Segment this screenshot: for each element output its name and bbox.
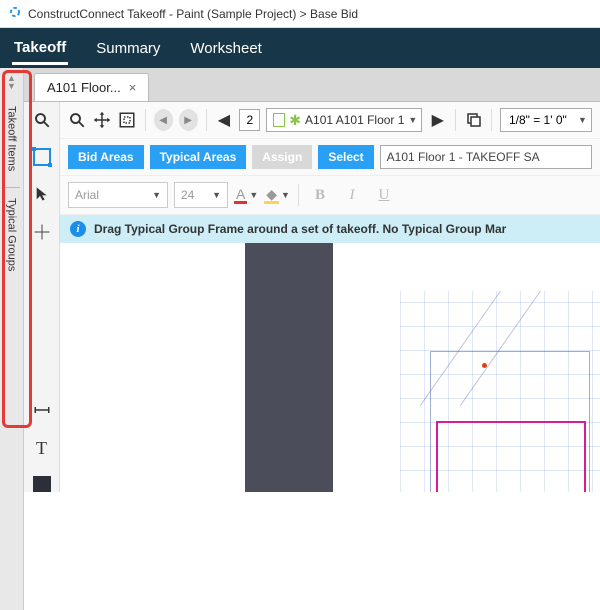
text-icon[interactable]: T (32, 438, 52, 458)
window-titlebar: ConstructConnect Takeoff - Paint (Sample… (0, 0, 600, 28)
sidebar-tab-typical-groups[interactable]: Typical Groups (4, 187, 20, 281)
history-back-icon[interactable]: ◀ (154, 109, 173, 131)
canvas-mask (245, 243, 333, 492)
nav-worksheet[interactable]: Worksheet (188, 32, 263, 65)
assign-button: Assign (252, 145, 312, 169)
page-doc-icon (273, 113, 285, 127)
page-dropdown[interactable]: ✱ A101 A101 Floor 1 ▼ (266, 108, 422, 132)
info-icon: i (70, 221, 86, 237)
main-nav: Takeoff Summary Worksheet (0, 28, 600, 68)
fit-icon[interactable] (118, 109, 137, 131)
nav-summary[interactable]: Summary (94, 32, 162, 65)
fill-color-control[interactable]: ◆▼ (264, 187, 290, 204)
side-rail: ▲ ▼ Takeoff Items Typical Groups (0, 68, 24, 610)
scale-dropdown[interactable]: 1/8" = 1' 0" ▼ (500, 108, 592, 132)
page-number-input[interactable]: 2 (239, 109, 260, 131)
chevron-down-icon: ▼ (212, 190, 221, 200)
fill-swatch-icon[interactable] (33, 476, 51, 492)
drawing-canvas[interactable] (60, 243, 600, 492)
bold-button[interactable]: B (307, 182, 333, 208)
document-tab[interactable]: A101 Floor... × (34, 73, 149, 101)
chevron-down-icon: ▼ (578, 115, 587, 125)
text-color-control[interactable]: A▼ (234, 187, 258, 204)
underline-button[interactable]: U (371, 182, 397, 208)
sidebar-tab-takeoff-items[interactable]: Takeoff Items (4, 96, 20, 181)
rail-down-icon[interactable]: ▼ (7, 82, 16, 90)
select-area-icon[interactable] (33, 148, 51, 166)
chevron-down-icon: ▼ (152, 190, 161, 200)
close-icon[interactable]: × (129, 80, 137, 95)
bid-areas-button[interactable]: Bid Areas (68, 145, 144, 169)
info-message: Drag Typical Group Frame around a set of… (94, 222, 506, 236)
action-toolbar: Bid Areas Typical Areas Assign Select A1… (60, 139, 600, 176)
zoom-icon[interactable] (68, 109, 87, 131)
info-bar: i Drag Typical Group Frame around a set … (60, 215, 600, 243)
page-label: A101 A101 Floor 1 (305, 113, 404, 127)
vertical-toolbar: T (24, 102, 60, 492)
next-page-icon[interactable]: ▶ (428, 109, 447, 131)
select-button[interactable]: Select (318, 145, 373, 169)
search-icon[interactable] (32, 110, 52, 130)
prev-page-icon[interactable]: ◀ (214, 109, 233, 131)
crosshair-icon[interactable] (32, 222, 52, 242)
blueprint-drawing (400, 291, 600, 492)
chevron-down-icon: ▼ (408, 115, 417, 125)
nav-toolbar: ◀ ▶ ◀ 2 ✱ A101 A101 Floor 1 ▼ ▶ (60, 102, 600, 139)
window-title: ConstructConnect Takeoff - Paint (Sample… (28, 7, 358, 21)
font-family-dropdown[interactable]: Arial ▼ (68, 182, 168, 208)
format-toolbar: Arial ▼ 24 ▼ A▼ ◆▼ B I (60, 176, 600, 215)
document-tab-label: A101 Floor... (47, 80, 121, 95)
italic-button[interactable]: I (339, 182, 365, 208)
history-forward-icon[interactable]: ▶ (179, 109, 198, 131)
dimension-icon[interactable] (32, 400, 52, 420)
copy-icon[interactable] (464, 109, 483, 131)
document-tab-strip: A101 Floor... × (24, 68, 600, 102)
pan-icon[interactable] (93, 109, 112, 131)
app-icon (8, 5, 22, 22)
typical-areas-button[interactable]: Typical Areas (150, 145, 247, 169)
description-field[interactable]: A101 Floor 1 - TAKEOFF SA (380, 145, 592, 169)
scale-value: 1/8" = 1' 0" (509, 113, 567, 127)
pointer-icon[interactable] (32, 184, 52, 204)
nav-takeoff[interactable]: Takeoff (12, 31, 68, 65)
font-size-dropdown[interactable]: 24 ▼ (174, 182, 228, 208)
